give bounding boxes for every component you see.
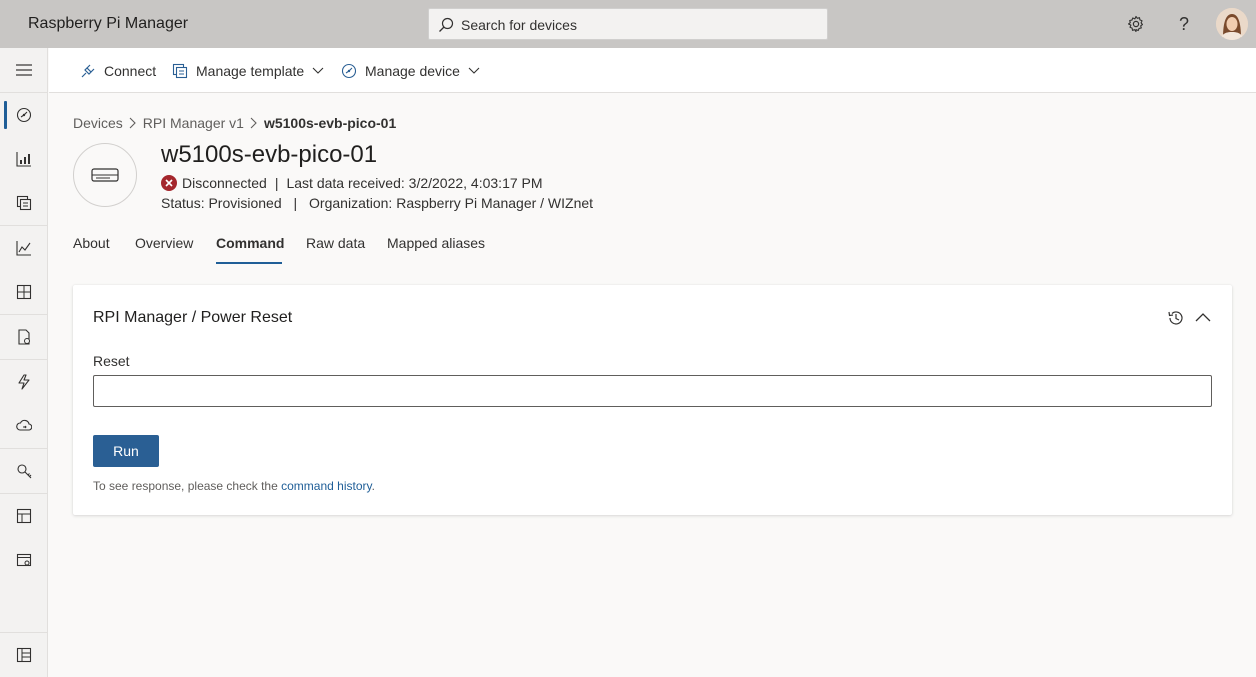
manage-template-label: Manage template: [196, 63, 305, 79]
page-title: w5100s-evb-pico-01: [161, 141, 378, 168]
device-avatar: [73, 143, 137, 207]
hint-prefix: To see response, please check the: [93, 479, 282, 493]
breadcrumb-current: w5100s-evb-pico-01: [263, 115, 397, 131]
analytics-icon[interactable]: [0, 226, 48, 270]
hamburger-menu-icon[interactable]: [0, 48, 48, 92]
search-box[interactable]: Search for devices: [428, 8, 828, 40]
breadcrumb-template[interactable]: RPI Manager v1: [143, 115, 244, 131]
breadcrumb-devices[interactable]: Devices: [73, 115, 123, 131]
reset-input[interactable]: [93, 375, 1212, 407]
run-button[interactable]: Run: [93, 435, 159, 467]
connect-label: Connect: [104, 63, 157, 79]
dashboards-icon[interactable]: [0, 270, 48, 314]
tab-about[interactable]: About: [73, 235, 110, 251]
breadcrumb: Devices RPI Manager v1 w5100s-evb-pico-0…: [73, 115, 396, 131]
top-bar: Raspberry Pi Manager Search for devices …: [0, 0, 1256, 48]
template-icon: [172, 63, 188, 79]
help-icon[interactable]: ?: [1172, 12, 1196, 36]
command-card: RPI Manager / Power Reset Reset Run To s…: [73, 285, 1232, 515]
command-bar: Connect Manage template Manage device: [49, 48, 1256, 93]
command-card-title: RPI Manager / Power Reset: [93, 309, 293, 326]
device-meta-line-2: Status: Provisioned | Organization: Rasp…: [161, 195, 594, 211]
chevron-up-icon[interactable]: [1194, 309, 1212, 332]
provisioning-status: Status: Provisioned: [161, 195, 282, 211]
device-gauge-icon: [341, 63, 357, 79]
chevron-right-icon: [129, 117, 137, 129]
chevron-down-icon: [468, 67, 480, 74]
history-icon[interactable]: [1167, 309, 1185, 332]
jobs-icon[interactable]: [0, 315, 48, 359]
organization: Organization: Raspberry Pi Manager / WIZ…: [309, 195, 594, 211]
device-templates-icon[interactable]: [0, 181, 48, 225]
apps-icon[interactable]: [0, 633, 48, 677]
tab-raw-data[interactable]: Raw data: [306, 235, 365, 251]
settings-gear-icon[interactable]: [1124, 12, 1148, 36]
permissions-icon[interactable]: [0, 449, 48, 493]
command-history-link[interactable]: command history: [281, 479, 371, 493]
rules-icon[interactable]: [0, 360, 48, 404]
hint-suffix: .: [371, 479, 375, 493]
device-box-icon: [91, 168, 119, 182]
customization-icon[interactable]: [0, 494, 48, 538]
tab-command[interactable]: Command: [216, 235, 284, 251]
active-tab-indicator: [216, 262, 282, 264]
left-nav: [0, 48, 48, 677]
user-avatar[interactable]: [1216, 8, 1248, 40]
manage-template-button[interactable]: Manage template: [172, 60, 324, 82]
plug-icon: [81, 64, 95, 78]
error-status-icon: [161, 175, 177, 191]
chevron-down-icon: [312, 67, 324, 74]
manage-device-label: Manage device: [365, 63, 460, 79]
settings-icon[interactable]: [0, 538, 48, 582]
search-icon: [439, 17, 454, 32]
chevron-right-icon: [250, 117, 258, 129]
last-data-received: Last data received: 3/2/2022, 4:03:17 PM: [286, 175, 543, 191]
devices-icon[interactable]: [0, 137, 48, 181]
search-input[interactable]: Search for devices: [461, 17, 577, 33]
response-hint: To see response, please check the comman…: [93, 479, 375, 493]
tab-mapped-aliases[interactable]: Mapped aliases: [387, 235, 485, 251]
connection-status: Disconnected: [182, 175, 267, 191]
dashboard-icon[interactable]: [0, 93, 48, 137]
data-export-icon[interactable]: [0, 404, 48, 448]
device-meta-line-1: Disconnected | Last data received: 3/2/2…: [161, 175, 543, 191]
tab-overview[interactable]: Overview: [135, 235, 193, 251]
manage-device-button[interactable]: Manage device: [341, 60, 480, 82]
app-title[interactable]: Raspberry Pi Manager: [28, 15, 188, 33]
reset-field-label: Reset: [93, 353, 130, 369]
connect-button[interactable]: Connect: [80, 60, 156, 82]
